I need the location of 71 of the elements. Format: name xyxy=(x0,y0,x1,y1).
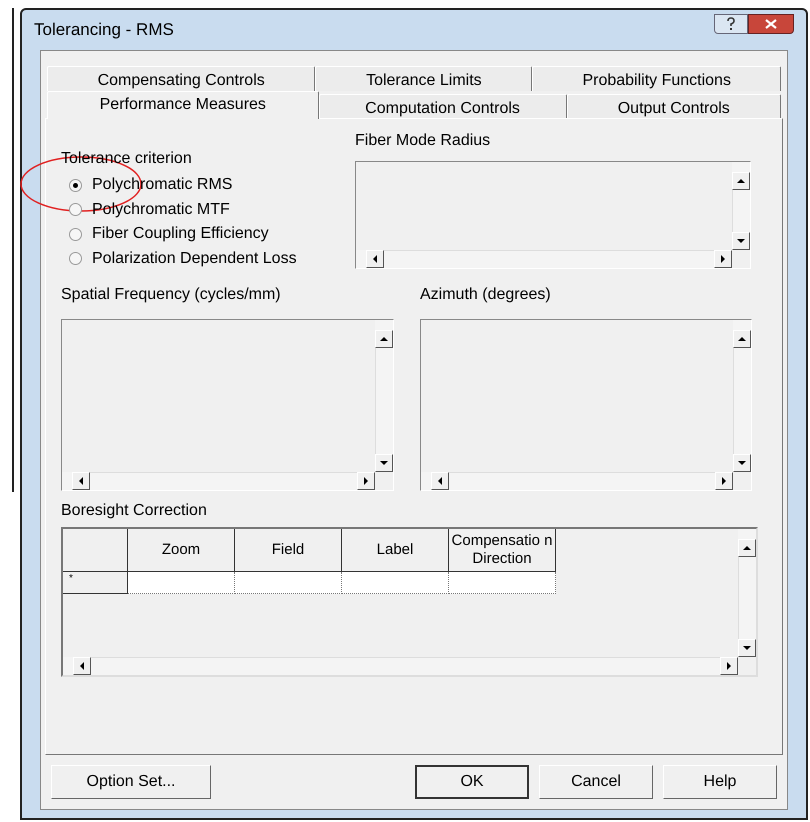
vertical-scrollbar[interactable] xyxy=(732,162,750,250)
left-arrow-icon xyxy=(371,254,379,264)
help-text-button[interactable]: Help xyxy=(663,765,777,799)
option-set-button[interactable]: Option Set... xyxy=(51,765,211,799)
list-label: Spatial Frequency (cycles/mm) xyxy=(61,285,282,305)
vertical-scrollbar[interactable] xyxy=(375,320,393,472)
cancel-button[interactable]: Cancel xyxy=(539,765,653,799)
table-cell[interactable] xyxy=(342,572,449,594)
down-arrow-icon xyxy=(379,459,389,467)
tab[interactable]: Computation Controls xyxy=(318,94,567,119)
tab[interactable]: Compensating Controls xyxy=(47,66,316,91)
table-cell[interactable] xyxy=(128,572,235,594)
radio-label: Polarization Dependent Loss xyxy=(92,248,297,269)
right-arrow-icon xyxy=(719,254,727,264)
table-cell[interactable] xyxy=(235,572,342,594)
ok-button[interactable]: OK xyxy=(415,765,529,799)
horizontal-scrollbar[interactable] xyxy=(356,250,732,268)
up-arrow-icon xyxy=(379,335,389,343)
up-arrow-icon xyxy=(742,544,752,552)
down-arrow-icon xyxy=(736,237,746,245)
left-arrow-icon xyxy=(77,476,85,486)
scroll-down-button[interactable] xyxy=(732,232,750,250)
radio-button[interactable] xyxy=(69,178,82,192)
scroll-left-button[interactable] xyxy=(366,250,384,268)
scroll-left-button[interactable] xyxy=(72,472,90,490)
radio-button[interactable] xyxy=(69,252,82,266)
vertical-scrollbar[interactable] xyxy=(738,529,756,657)
scroll-up-button[interactable] xyxy=(375,330,393,348)
scroll-down-button[interactable] xyxy=(733,454,751,472)
vertical-scrollbar[interactable] xyxy=(733,320,751,472)
radio-button[interactable] xyxy=(69,228,82,241)
tab[interactable]: Probability Functions xyxy=(532,66,781,91)
up-arrow-icon xyxy=(737,335,747,343)
horizontal-scrollbar[interactable] xyxy=(62,472,375,490)
question-mark-icon xyxy=(726,17,736,31)
close-icon xyxy=(765,19,777,29)
left-arrow-icon xyxy=(78,661,86,671)
radio-label: Polychromatic MTF xyxy=(92,200,230,220)
window-title: Tolerancing - RMS xyxy=(34,19,175,42)
scroll-right-button[interactable] xyxy=(715,472,733,490)
scroll-left-button[interactable] xyxy=(431,472,449,490)
right-arrow-icon xyxy=(725,661,733,671)
tab[interactable]: Tolerance Limits xyxy=(315,66,532,91)
list-label: Fiber Mode Radius xyxy=(355,131,492,151)
scroll-up-button[interactable] xyxy=(733,330,751,348)
corner-header xyxy=(63,529,128,572)
scroll-right-button[interactable] xyxy=(714,250,732,268)
scroll-down-button[interactable] xyxy=(375,454,393,472)
scroll-down-button[interactable] xyxy=(738,639,756,657)
radio-label: Fiber Coupling Efficiency xyxy=(92,224,269,244)
help-button[interactable] xyxy=(714,14,748,34)
scroll-up-button[interactable] xyxy=(738,539,756,557)
group-label: Boresight Correction xyxy=(61,501,208,521)
right-arrow-icon xyxy=(720,476,728,486)
scroll-left-button[interactable] xyxy=(73,657,91,675)
horizontal-scrollbar[interactable] xyxy=(63,657,738,675)
tab[interactable]: Output Controls xyxy=(566,94,782,119)
scroll-right-button[interactable] xyxy=(357,472,375,490)
list-label: Azimuth (degrees) xyxy=(420,285,552,305)
scroll-right-button[interactable] xyxy=(720,657,738,675)
table-cell[interactable] xyxy=(449,572,556,594)
left-arrow-icon xyxy=(436,476,444,486)
close-button[interactable] xyxy=(748,14,794,34)
down-arrow-icon xyxy=(742,644,752,652)
tab[interactable]: Performance Measures xyxy=(47,91,319,119)
up-arrow-icon xyxy=(736,177,746,185)
right-arrow-icon xyxy=(362,476,370,486)
scroll-up-button[interactable] xyxy=(732,172,750,190)
down-arrow-icon xyxy=(737,459,747,467)
horizontal-scrollbar[interactable] xyxy=(421,472,733,490)
radio-button[interactable] xyxy=(69,203,82,216)
